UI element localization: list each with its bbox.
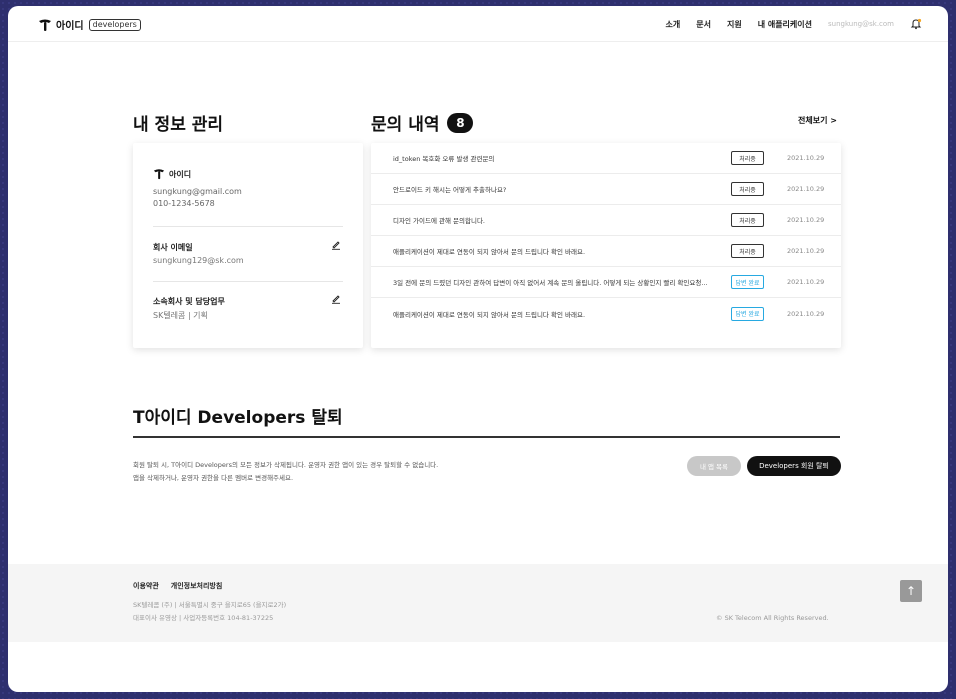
privacy-link[interactable]: 개인정보처리방침 xyxy=(171,581,223,591)
divider xyxy=(153,226,343,227)
arrow-up-icon[interactable]: ↑ xyxy=(900,580,922,602)
inquiry-date: 2021.10.29 xyxy=(787,216,825,224)
inquiry-row[interactable]: 애플리케이션이 제대로 연동이 되지 않아서 문의 드립니다 확인 바래요. 처… xyxy=(371,236,841,267)
affiliation: SK텔레콤 | 기획 xyxy=(153,311,208,320)
inquiry-date: 2021.10.29 xyxy=(787,247,825,255)
company-registration: 대표이사 유영상 | 사업자등록번호 104-81-37225 xyxy=(133,614,274,622)
copyright: © SK Telecom All Rights Reserved. xyxy=(716,614,829,622)
terms-link[interactable]: 이용약관 xyxy=(133,581,159,591)
profile-card: 아이디 sungkung@gmail.com 010-1234-5678 회사 … xyxy=(133,143,363,348)
edit-icon[interactable] xyxy=(331,240,341,250)
footer-links: 이용약관 개인정보처리방침 xyxy=(133,581,222,591)
profile-heading: 내 정보 관리 xyxy=(133,115,224,135)
nav-item-my-apps[interactable]: 내 애플리케이션 xyxy=(758,19,812,30)
status-badge: 답변 완료 xyxy=(731,306,764,321)
logo[interactable]: 아이디 developers xyxy=(38,17,141,32)
view-all-link[interactable]: 전체보기 > xyxy=(798,115,837,126)
inquiry-row[interactable]: 애플리케이션이 제대로 연동이 되지 않아서 문의 드립니다 확인 바래요. 답… xyxy=(371,298,841,329)
t-logo-icon xyxy=(39,19,51,31)
logo-badge: developers xyxy=(88,18,141,31)
inquiry-date: 2021.10.29 xyxy=(787,278,825,286)
inquiry-row[interactable]: 3일 전에 문의 드렸던 디자인 관하여 답변이 아직 없어서 계속 문의 올립… xyxy=(371,267,841,298)
profile-email: sungkung@gmail.com xyxy=(153,187,242,196)
profile-phone: 010-1234-5678 xyxy=(153,199,215,208)
withdraw-notice-2: 앱을 삭제하거나, 운영자 권한을 다른 멤버로 변경해주세요. xyxy=(133,474,294,482)
edit-icon[interactable] xyxy=(331,294,341,304)
inquiry-title[interactable]: 3일 전에 문의 드렸던 디자인 관하여 답변이 아직 없어서 계속 문의 올립… xyxy=(393,277,708,287)
company-email: sungkung129@sk.com xyxy=(153,256,244,265)
page-frame: 아이디 developers 소개 문서 지원 내 애플리케이션 sungkun… xyxy=(8,6,948,692)
user-email[interactable]: sungkung@sk.com xyxy=(828,20,894,28)
inquiry-row[interactable]: id_token 복호화 오류 발생 관련문의 처리중 2021.10.29 xyxy=(371,143,841,174)
inquiries-card: id_token 복호화 오류 발생 관련문의 처리중 2021.10.29 안… xyxy=(371,143,841,348)
inquiry-title[interactable]: id_token 복호화 오류 발생 관련문의 xyxy=(393,153,494,163)
divider xyxy=(153,281,343,282)
inquiry-date: 2021.10.29 xyxy=(787,185,825,193)
inquiry-row[interactable]: 안드로이드 키 해시는 어떻게 추출하나요? 처리중 2021.10.29 xyxy=(371,174,841,205)
status-badge: 처리중 xyxy=(731,244,764,258)
nav-item-support[interactable]: 지원 xyxy=(727,19,742,30)
company-address: SK텔레콤 (주) | 서울특별시 중구 을지로65 (을지로2가) xyxy=(133,601,287,609)
nav-item-docs[interactable]: 문서 xyxy=(696,19,711,30)
status-badge: 처리중 xyxy=(731,213,764,227)
company-email-label: 회사 이메일 xyxy=(153,243,193,252)
nav-item-intro[interactable]: 소개 xyxy=(665,19,680,30)
inquiries-count-badge: 8 xyxy=(447,112,474,133)
logo-text: 아이디 xyxy=(56,21,84,32)
affiliation-label: 소속회사 및 담당업무 xyxy=(153,297,225,306)
inquiry-title[interactable]: 애플리케이션이 제대로 연동이 되지 않아서 문의 드립니다 확인 바래요. xyxy=(393,246,585,256)
inquiry-date: 2021.10.29 xyxy=(787,309,825,318)
inquiry-title[interactable]: 디자인 가이드에 관해 문의합니다. xyxy=(393,215,485,225)
status-badge: 처리중 xyxy=(731,182,764,196)
main-nav: 소개 문서 지원 내 애플리케이션 sungkung@sk.com xyxy=(665,18,922,30)
status-badge: 답변 완료 xyxy=(731,275,764,289)
divider xyxy=(133,436,840,438)
withdraw-heading: T아이디 Developers 탈퇴 xyxy=(133,408,343,428)
inquiry-title[interactable]: 애플리케이션이 제대로 연동이 되지 않아서 문의 드립니다 확인 바래요. xyxy=(393,309,585,319)
my-apps-button[interactable]: 내 앱 목록 xyxy=(687,456,741,476)
inquiry-title[interactable]: 안드로이드 키 해시는 어떻게 추출하나요? xyxy=(393,184,506,194)
inquiry-row[interactable]: 디자인 가이드에 관해 문의합니다. 처리중 2021.10.29 xyxy=(371,205,841,236)
profile-brand: 아이디 xyxy=(153,168,191,180)
top-navigation: 아이디 developers 소개 문서 지원 내 애플리케이션 sungkun… xyxy=(8,6,948,42)
profile-brand-text: 아이디 xyxy=(169,169,192,179)
bell-icon[interactable] xyxy=(910,18,922,30)
footer: 이용약관 개인정보처리방침 SK텔레콤 (주) | 서울특별시 중구 을지로65… xyxy=(8,564,948,642)
t-logo-icon xyxy=(153,169,165,180)
inquiries-title: 문의 내역 xyxy=(371,115,440,135)
inquiry-date: 2021.10.29 xyxy=(787,154,825,162)
withdraw-notice: 회원 탈퇴 시, T아이디 Developers의 모든 정보가 삭제됩니다. … xyxy=(133,461,439,469)
status-badge: 처리중 xyxy=(731,151,764,165)
inquiries-heading: 문의 내역 8 xyxy=(371,110,474,135)
withdraw-button[interactable]: Developers 회원 탈퇴 xyxy=(747,456,841,476)
